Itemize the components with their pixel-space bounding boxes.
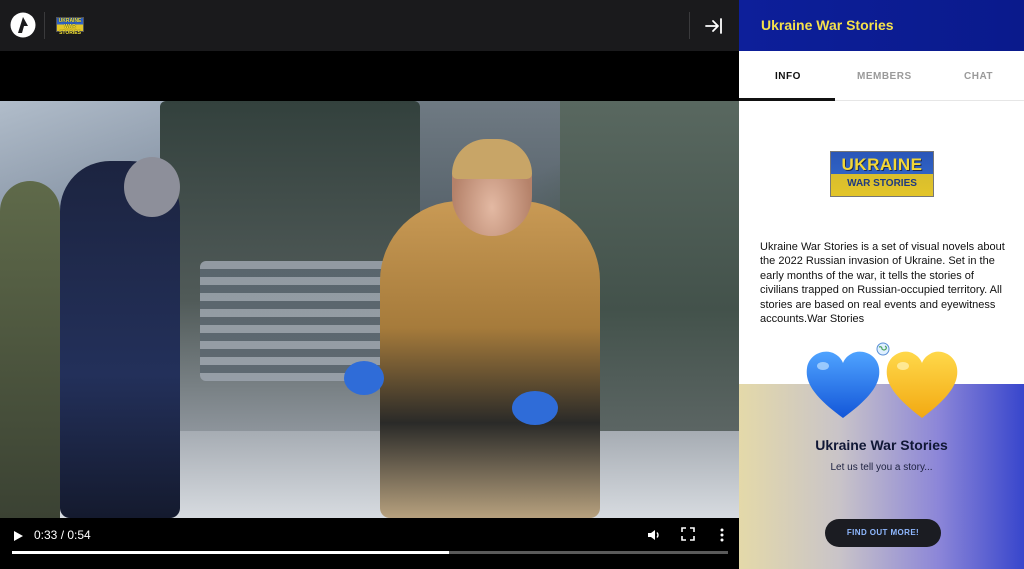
panel-title: Ukraine War Stories xyxy=(761,17,894,33)
player-top-bar: UKRAINE WAR STORIES xyxy=(0,0,739,51)
brand-badge-line2: WAR STORIES xyxy=(59,24,81,36)
video-glove-right xyxy=(512,391,558,425)
top-bar-divider-right xyxy=(689,12,690,39)
info-panel: Ukraine War Stories INFO MEMBERS CHAT UK… xyxy=(739,0,1024,569)
fullscreen-icon[interactable] xyxy=(681,527,695,541)
collapse-panel-icon[interactable] xyxy=(700,13,726,39)
panel-header: Ukraine War Stories xyxy=(739,0,1024,51)
globe-icon xyxy=(876,342,890,356)
video-player: UKRAINE WAR STORIES 0:33 / 0:54 xyxy=(0,0,739,569)
top-bar-divider xyxy=(44,12,45,39)
video-man-hat xyxy=(452,139,532,179)
video-officer-head xyxy=(124,157,180,217)
story-description: Ukraine War Stories is a set of visual n… xyxy=(760,241,1005,326)
video-controls: 0:33 / 0:54 xyxy=(0,518,739,569)
video-glove-left xyxy=(344,361,384,395)
promo-title: Ukraine War Stories xyxy=(815,437,948,453)
app-logo-icon[interactable] xyxy=(10,12,36,38)
blue-heart-icon xyxy=(806,351,880,418)
brand-badge: UKRAINE WAR STORIES xyxy=(56,17,84,36)
more-vertical-icon[interactable] xyxy=(716,527,728,543)
story-logo-line2: WAR STORIES xyxy=(847,178,917,189)
play-icon[interactable] xyxy=(11,529,25,543)
video-soldier xyxy=(0,181,60,518)
find-out-more-button[interactable]: FIND OUT MORE! xyxy=(825,519,941,547)
seek-bar-progress xyxy=(12,551,449,554)
story-logo-line1: UKRAINE xyxy=(841,155,923,174)
story-logo: UKRAINE WAR STORIES xyxy=(830,151,934,197)
tab-chat[interactable]: CHAT xyxy=(964,71,993,82)
video-man xyxy=(380,201,600,518)
video-frame[interactable] xyxy=(0,101,739,518)
panel-tabs: INFO MEMBERS CHAT xyxy=(739,51,1024,101)
seek-bar[interactable] xyxy=(12,551,728,554)
tab-members[interactable]: MEMBERS xyxy=(857,71,912,82)
active-tab-indicator xyxy=(739,98,835,101)
promo-subtitle: Let us tell you a story... xyxy=(830,462,933,473)
yellow-heart-icon xyxy=(886,351,958,418)
volume-icon[interactable] xyxy=(646,527,662,543)
time-display: 0:33 / 0:54 xyxy=(34,528,91,542)
tab-info[interactable]: INFO xyxy=(775,71,801,82)
